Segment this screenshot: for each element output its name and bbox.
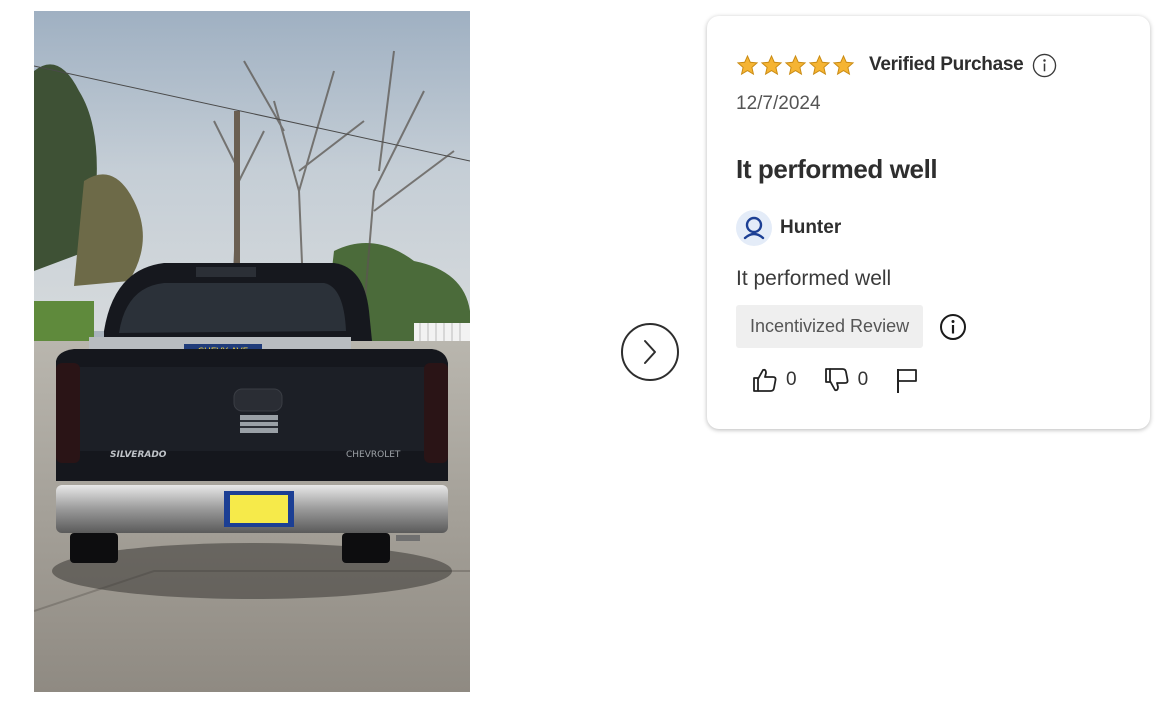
info-icon[interactable]	[1032, 53, 1057, 78]
flag-icon[interactable]	[894, 366, 920, 394]
star-rating	[736, 54, 855, 77]
avatar	[736, 210, 772, 246]
thumbs-down-icon	[824, 368, 849, 392]
user-icon	[743, 216, 765, 240]
incentivized-row: Incentivized Review	[736, 305, 967, 348]
reviewer-name: Hunter	[780, 217, 842, 238]
review-actions: 0 0	[751, 365, 920, 395]
thumbs-up-icon	[753, 368, 777, 392]
review-body: It performed well	[736, 267, 892, 290]
next-image-button[interactable]	[621, 323, 679, 381]
review-photo: CHEVY AVE SILVERADO CHEVROLET	[34, 11, 470, 692]
reviewer: Hunter	[736, 210, 841, 246]
star-icon	[736, 54, 759, 75]
star-icon	[760, 54, 783, 75]
chevron-right-icon	[644, 340, 656, 364]
svg-text:SILVERADO: SILVERADO	[110, 450, 167, 460]
not-helpful-button[interactable]: 0	[823, 366, 869, 394]
helpful-button[interactable]: 0	[751, 366, 797, 394]
star-icon	[808, 54, 831, 75]
not-helpful-count: 0	[857, 369, 869, 390]
incentivized-review-badge: Incentivized Review	[736, 305, 924, 348]
svg-text:CHEVROLET: CHEVROLET	[346, 450, 401, 460]
star-icon	[784, 54, 807, 75]
info-icon[interactable]	[939, 313, 967, 341]
review-gallery-modal: CHEVY AVE SILVERADO CHEVROLET	[0, 0, 1158, 717]
verified-purchase-label: Verified Purchase	[869, 54, 1024, 75]
rating-row: Verified Purchase	[736, 52, 1057, 78]
review-card: Verified Purchase 12/7/2024 It performed…	[707, 16, 1150, 429]
review-date: 12/7/2024	[736, 93, 821, 114]
star-icon	[832, 54, 855, 75]
review-title: It performed well	[736, 154, 938, 184]
helpful-count: 0	[786, 369, 797, 390]
